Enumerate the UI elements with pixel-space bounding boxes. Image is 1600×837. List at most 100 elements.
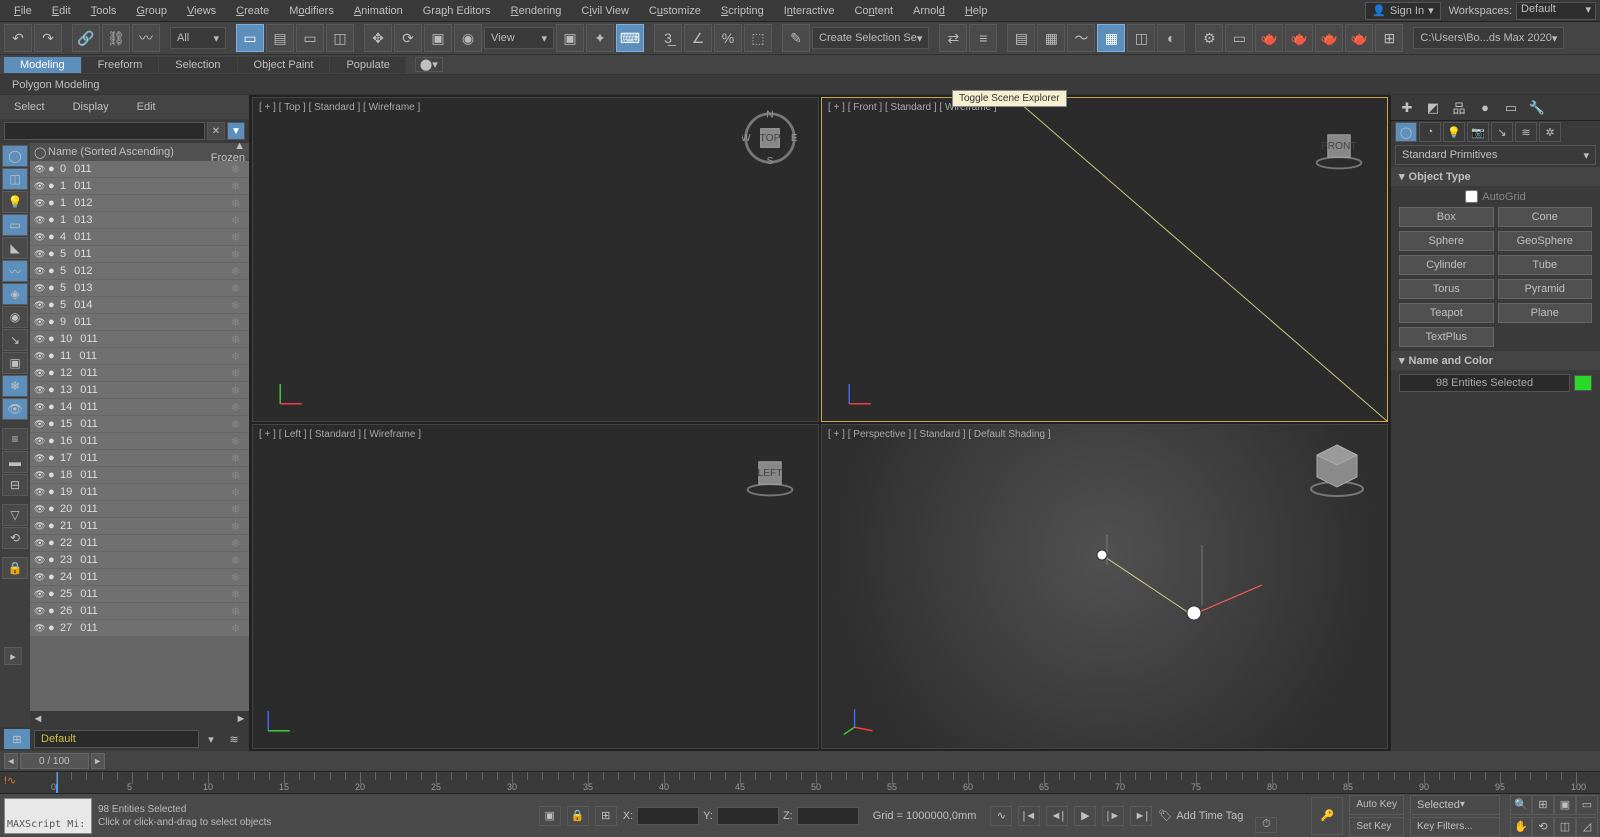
display-groups-icon[interactable]: ◉	[2, 306, 28, 328]
se-search-input[interactable]	[4, 122, 205, 140]
pivot-center-button[interactable]: ▣	[556, 24, 584, 52]
object-type-button[interactable]: Pyramid	[1498, 279, 1593, 299]
display-geometry-icon[interactable]: ◫	[2, 168, 28, 190]
flat-view-icon[interactable]: ▬	[2, 451, 28, 473]
named-selection-set[interactable]: Create Selection Se▾	[812, 27, 929, 49]
viewport-perspective[interactable]: [ + ] [ Perspective ] [ Standard ] [ Def…	[821, 424, 1388, 749]
menu-tools[interactable]: Tools	[81, 3, 127, 19]
render-online-button[interactable]: ⊞	[1375, 24, 1403, 52]
helpers-cat-icon[interactable]: ↘	[1491, 122, 1513, 142]
menu-modifiers[interactable]: Modifiers	[279, 3, 344, 19]
workspace-select[interactable]: Default▾	[1516, 2, 1596, 20]
table-row[interactable]: 👁●15011❄	[30, 416, 249, 433]
selection-filter[interactable]: All▾	[170, 27, 226, 49]
play-button[interactable]: ▶	[1074, 806, 1096, 826]
name-color-rollout[interactable]: ▾Name and Color	[1391, 351, 1600, 370]
key-filters-button[interactable]: Key Filters...	[1410, 817, 1500, 837]
viewcube-top[interactable]: TOP N S W E	[742, 110, 798, 166]
viewport-layout-icon[interactable]: ⊞	[4, 729, 30, 749]
shapes-cat-icon[interactable]: ◔	[1419, 122, 1441, 142]
timetag-icon[interactable]: 🏷	[1158, 809, 1172, 822]
setkey-button[interactable]: Set Key	[1349, 817, 1404, 837]
table-row[interactable]: 👁●5014❄	[30, 297, 249, 314]
abs-rel-button[interactable]: ⊞	[595, 806, 617, 826]
utilities-tab-icon[interactable]: 🔧	[1525, 97, 1549, 119]
chevron-down-icon[interactable]: ▾	[203, 733, 219, 746]
viewcube-front[interactable]: FRONT	[1311, 118, 1367, 174]
render-iterative-button[interactable]: 🫖	[1285, 24, 1313, 52]
orbit-button[interactable]: ⟲	[1532, 817, 1554, 837]
systems-cat-icon[interactable]: ✲	[1539, 122, 1561, 142]
key-mode-button[interactable]: 🔑	[1311, 797, 1343, 835]
render-cloud-button[interactable]: 🫖	[1345, 24, 1373, 52]
tab-freeform[interactable]: Freeform	[82, 57, 159, 73]
table-row[interactable]: 👁●5011❄	[30, 246, 249, 263]
window-crossing-button[interactable]: ◫	[326, 24, 354, 52]
timeline-ruler[interactable]: !∿ 0510152025303540455055606570758085909…	[0, 771, 1600, 793]
object-type-button[interactable]: Sphere	[1399, 231, 1494, 251]
link-button[interactable]: 🔗	[72, 24, 100, 52]
table-row[interactable]: 👁●13011❄	[30, 382, 249, 399]
select-object-button[interactable]: ▭	[236, 24, 264, 52]
display-cameras-icon[interactable]: ◣	[2, 237, 28, 259]
table-row[interactable]: 👁●12011❄	[30, 365, 249, 382]
rendered-frame-button[interactable]: ▭	[1225, 24, 1253, 52]
rect-region-button[interactable]: ▭	[296, 24, 324, 52]
expand-explorer-button[interactable]: ▸	[4, 647, 22, 665]
table-row[interactable]: 👁●19011❄	[30, 484, 249, 501]
table-row[interactable]: 👁●10011❄	[30, 331, 249, 348]
create-tab-icon[interactable]: ✚	[1395, 97, 1419, 119]
layer-select[interactable]: Default	[34, 730, 199, 748]
x-coord-input[interactable]	[637, 807, 699, 825]
object-name-input[interactable]	[1399, 374, 1570, 392]
maximize-viewport-button[interactable]: ◫	[1554, 817, 1576, 837]
object-type-button[interactable]: Teapot	[1399, 303, 1494, 323]
menu-views[interactable]: Views	[177, 3, 226, 19]
object-type-rollout[interactable]: ▾Object Type	[1391, 167, 1600, 186]
table-row[interactable]: 👁●25011❄	[30, 586, 249, 603]
ribbon-sub-label[interactable]: Polygon Modeling	[12, 79, 99, 91]
table-row[interactable]: 👁●17011❄	[30, 450, 249, 467]
object-type-button[interactable]: Box	[1399, 207, 1494, 227]
placement-button[interactable]: ◉	[454, 24, 482, 52]
autogrid-checkbox[interactable]	[1465, 190, 1478, 203]
display-helpers-icon[interactable]: 〰	[2, 260, 28, 282]
modify-tab-icon[interactable]: ◩	[1421, 97, 1445, 119]
key-filter-selected[interactable]: Selected ▾	[1410, 795, 1500, 815]
se-rows[interactable]: 👁●0011❄👁●1011❄👁●1012❄👁●1013❄👁●4011❄👁●501…	[30, 161, 249, 711]
angle-snap-button[interactable]: ∠	[684, 24, 712, 52]
prev-key-button[interactable]: ◄|	[1046, 806, 1068, 826]
edit-named-sel-button[interactable]: ✎	[782, 24, 810, 52]
percent-snap-button[interactable]: %	[714, 24, 742, 52]
next-frame-button[interactable]: ►	[91, 753, 105, 769]
toggle-scene-explorer-button[interactable]: ▦	[1097, 24, 1125, 52]
time-slider-handle[interactable]: 0 / 100	[20, 753, 89, 769]
viewport-front[interactable]: [ + ] [ Front ] [ Standard ] [ Wireframe…	[821, 97, 1388, 422]
ref-coord-system[interactable]: View▾	[484, 27, 554, 49]
zoom-all-button[interactable]: ⊞	[1532, 795, 1554, 815]
tab-object-paint[interactable]: Object Paint	[238, 57, 330, 73]
display-shapes-icon[interactable]: ▭	[2, 214, 28, 236]
list-view-icon[interactable]: ≡	[2, 428, 28, 450]
viewcube-perspective[interactable]	[1305, 437, 1369, 501]
table-row[interactable]: 👁●5012❄	[30, 263, 249, 280]
render-activeshade-button[interactable]: 🫖	[1315, 24, 1343, 52]
snap-toggle-button[interactable]: 3̲	[654, 24, 682, 52]
prev-frame-button[interactable]: ◄	[4, 753, 18, 769]
menu-file[interactable]: File	[4, 3, 42, 19]
layers-icon[interactable]: ≋	[223, 729, 245, 749]
se-tab-display[interactable]: Display	[59, 98, 123, 116]
zoom-button[interactable]: 🔍	[1510, 795, 1532, 815]
unlink-button[interactable]: ⛓	[102, 24, 130, 52]
geometry-cat-icon[interactable]: ◯	[1395, 122, 1417, 142]
table-row[interactable]: 👁●11011❄	[30, 348, 249, 365]
table-row[interactable]: 👁●26011❄	[30, 603, 249, 620]
display-tab-icon[interactable]: ▭	[1499, 97, 1523, 119]
schematic-view-button[interactable]: ◫	[1127, 24, 1155, 52]
sort-icon[interactable]: ▽	[2, 504, 28, 526]
viewport-left[interactable]: [ + ] [ Left ] [ Standard ] [ Wireframe …	[252, 424, 819, 749]
object-type-button[interactable]: Plane	[1498, 303, 1593, 323]
undo-button[interactable]: ↶	[4, 24, 32, 52]
z-coord-input[interactable]	[797, 807, 859, 825]
lock-icon[interactable]: 🔒	[2, 557, 28, 579]
